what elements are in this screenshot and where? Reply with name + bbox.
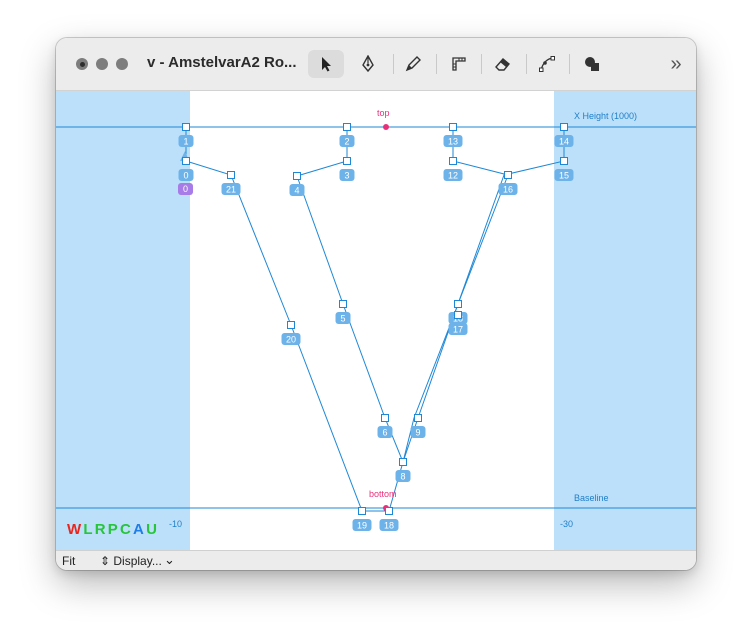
node-handle[interactable] <box>385 507 393 515</box>
indicator-a: A <box>133 521 147 538</box>
node-handle[interactable] <box>358 507 366 515</box>
shapes-tool-button[interactable] <box>578 50 606 78</box>
cursor-arrow-icon <box>322 57 331 72</box>
indicator-u: U <box>146 521 160 538</box>
shapes-icon <box>585 57 599 71</box>
component-index-badge: 0 <box>178 183 193 195</box>
knife-tool-button[interactable] <box>399 50 427 78</box>
left-sidebearing-area <box>56 91 190 550</box>
node-label: 16 <box>503 185 513 195</box>
top-anchor-dot <box>383 124 389 130</box>
node-label: 1 <box>183 137 188 147</box>
ruler-corner-icon <box>452 57 466 71</box>
pen-tool-button[interactable] <box>354 50 382 78</box>
node-label: 2 <box>344 137 349 147</box>
node-label: 18 <box>384 521 394 531</box>
indicator-p: P <box>107 521 120 538</box>
node-handle[interactable] <box>414 414 422 422</box>
left-margin-value: -10 <box>169 519 183 529</box>
node-handle[interactable] <box>381 414 389 422</box>
chevron-down-icon[interactable]: ⌄ <box>164 552 175 568</box>
select-tool-button[interactable] <box>308 50 344 78</box>
node-label: 21 <box>226 185 236 195</box>
node-handle[interactable] <box>449 157 457 165</box>
metrics-tool-button[interactable] <box>445 50 473 78</box>
node-label: 20 <box>286 335 296 345</box>
eraser-icon <box>495 58 510 71</box>
node-label: 5 <box>340 314 345 324</box>
node-label: 0 <box>183 171 188 181</box>
zoom-fit-select[interactable]: Fit <box>62 554 75 568</box>
node-handle[interactable] <box>560 123 568 131</box>
indicator-l: L <box>83 521 95 538</box>
path-nodes-icon <box>539 56 555 72</box>
node-handle[interactable] <box>560 157 568 165</box>
node-handle[interactable] <box>227 171 235 179</box>
node-label: 9 <box>415 428 420 438</box>
baseline-label: Baseline <box>574 493 609 503</box>
top-anchor-label: top <box>377 108 390 118</box>
node-handle[interactable] <box>454 311 462 319</box>
indicator-letters: WLRPCAU <box>67 521 159 538</box>
node-label: 12 <box>448 171 458 181</box>
node-handle[interactable] <box>343 157 351 165</box>
node-label: 13 <box>448 137 458 147</box>
node-label: 17 <box>453 325 463 335</box>
outline-right-b <box>402 127 565 463</box>
window-title: v - AmstelvarA2 Ro... <box>147 54 297 71</box>
minimize-button[interactable] <box>96 58 108 70</box>
indicator-c: C <box>120 521 134 538</box>
node-handle[interactable] <box>293 172 301 180</box>
node-label: 14 <box>559 137 569 147</box>
node-label: 19 <box>357 521 367 531</box>
close-button[interactable] <box>76 58 88 70</box>
node-label: 3 <box>344 171 349 181</box>
node-handle[interactable] <box>287 321 295 329</box>
node-handle[interactable] <box>182 157 190 165</box>
toolbar-overflow-button[interactable]: » <box>664 50 688 78</box>
node-label: 4 <box>294 186 299 196</box>
node-handle[interactable] <box>343 123 351 131</box>
node-handle[interactable] <box>504 171 512 179</box>
display-popup[interactable]: ⇕ Display... <box>100 554 162 568</box>
indicator-w: W <box>67 521 84 538</box>
node-label: 8 <box>400 472 405 482</box>
indicator-r: R <box>94 521 108 538</box>
node-tool-button[interactable] <box>533 50 561 78</box>
node-handle[interactable] <box>399 458 407 466</box>
pen-nib-icon <box>362 55 374 73</box>
right-sidebearing-area <box>554 91 696 550</box>
pencil-icon <box>405 56 421 72</box>
right-margin-value: -30 <box>560 519 574 529</box>
title-bar: v - AmstelvarA2 Ro... » <box>56 38 696 91</box>
node-handle[interactable] <box>182 123 190 131</box>
status-bar: Fit ⇕ Display... ⌄ <box>56 550 696 570</box>
node-label: 6 <box>382 428 387 438</box>
glyph-window: v - AmstelvarA2 Ro... » 1 0 21 20 19 18 … <box>56 38 696 570</box>
eraser-tool-button[interactable] <box>489 50 517 78</box>
node-handle[interactable] <box>339 300 347 308</box>
glyph-outline[interactable]: 1021201918865432131216181791514 <box>56 91 696 550</box>
bottom-anchor-label: bottom <box>369 489 397 499</box>
node-handle[interactable] <box>454 300 462 308</box>
x-height-label: X Height (1000) <box>574 111 638 121</box>
node-label: 15 <box>559 171 569 181</box>
node-handle[interactable] <box>449 123 457 131</box>
glyph-canvas[interactable]: 1021201918865432131216181791514 X Height… <box>56 91 696 550</box>
zoom-button[interactable] <box>116 58 128 70</box>
